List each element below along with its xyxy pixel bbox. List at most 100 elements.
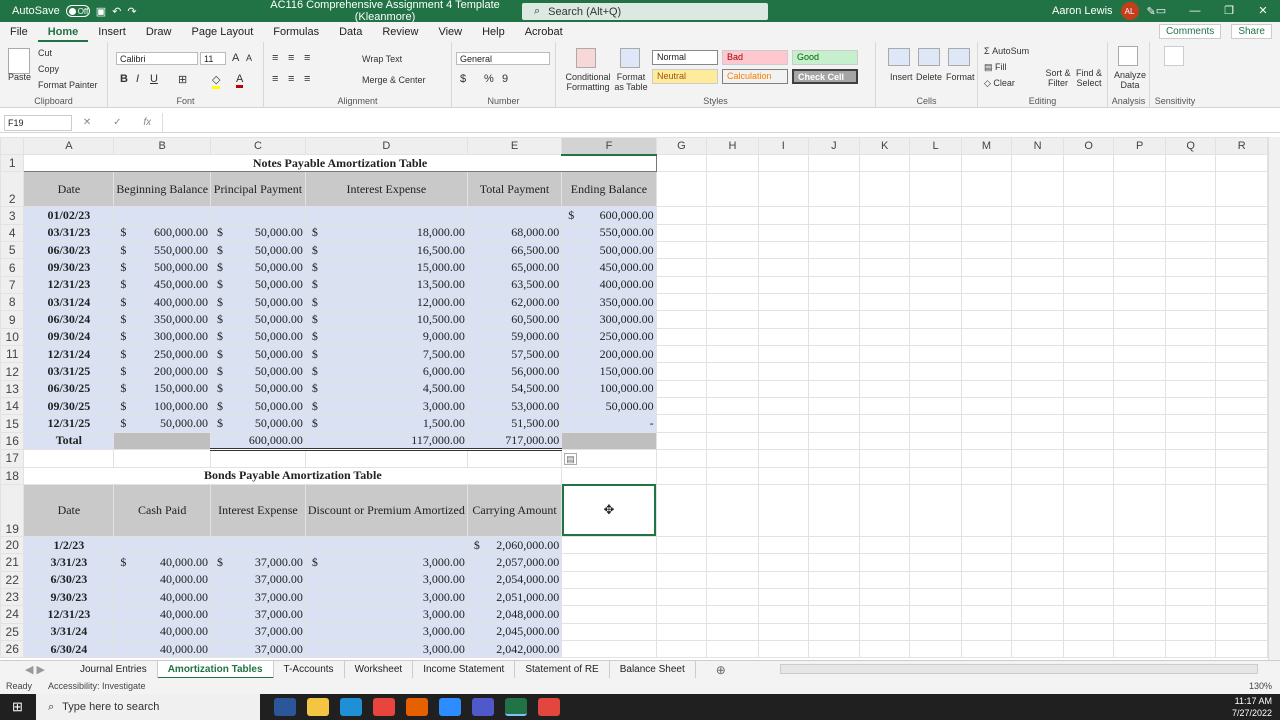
cell[interactable] (1113, 293, 1166, 312)
currency-cell[interactable]: $550,000.00 (113, 241, 212, 260)
cell[interactable] (960, 587, 1013, 607)
cell[interactable] (1011, 570, 1064, 589)
cell[interactable] (858, 293, 911, 312)
cell[interactable] (858, 171, 911, 208)
cell[interactable] (807, 379, 860, 399)
cell[interactable] (706, 379, 759, 399)
cell[interactable] (960, 206, 1013, 225)
cell[interactable] (655, 345, 708, 364)
cell[interactable] (1215, 466, 1268, 485)
cell[interactable] (1215, 223, 1268, 243)
cell[interactable] (655, 171, 708, 208)
column-header[interactable]: J (807, 137, 860, 155)
row-header[interactable]: 10 (0, 327, 25, 347)
row-header[interactable]: 17 (0, 449, 25, 468)
currency-cell[interactable]: $15,000.00 (304, 258, 468, 277)
cell[interactable] (1215, 362, 1268, 381)
row-header[interactable]: 1 (0, 153, 25, 173)
column-header[interactable]: Q (1164, 137, 1217, 155)
cell[interactable] (655, 570, 708, 589)
cell[interactable] (909, 241, 962, 260)
currency-cell[interactable]: 40,000.00 (113, 622, 212, 641)
cell[interactable] (1062, 293, 1115, 312)
cell[interactable] (960, 605, 1013, 624)
currency-cell[interactable]: $50,000.00 (210, 293, 306, 312)
tab-view[interactable]: View (428, 22, 472, 42)
cell[interactable] (23, 449, 115, 468)
cell[interactable] (655, 327, 708, 347)
cell[interactable] (1215, 153, 1268, 173)
cell[interactable] (807, 275, 860, 295)
currency-cell[interactable]: $300,000.00 (113, 327, 212, 347)
style-calculation[interactable]: Calculation (722, 69, 788, 84)
cell[interactable] (1164, 327, 1217, 347)
cell[interactable] (960, 639, 1013, 659)
currency-cell[interactable] (304, 535, 468, 555)
currency-cell[interactable]: $12,000.00 (304, 293, 468, 312)
cell[interactable] (807, 639, 860, 659)
tab-formulas[interactable]: Formulas (263, 22, 329, 42)
cell[interactable] (655, 605, 708, 624)
cell[interactable] (1215, 639, 1268, 659)
cell[interactable] (1011, 241, 1064, 260)
cell[interactable] (1011, 535, 1064, 555)
currency-cell[interactable]: $10,500.00 (304, 310, 468, 329)
cell[interactable] (706, 362, 759, 381)
date-cell[interactable]: 9/30/23 (23, 587, 115, 607)
tab-review[interactable]: Review (372, 22, 428, 42)
cell[interactable] (1215, 293, 1268, 312)
share-button[interactable]: Share (1231, 24, 1272, 39)
currency-cell[interactable]: 350,000.00 (561, 293, 657, 312)
comma-icon[interactable]: 9 (502, 73, 508, 85)
cell[interactable] (909, 258, 962, 277)
cell[interactable] (1164, 345, 1217, 364)
cell[interactable] (1062, 466, 1115, 485)
cell[interactable] (960, 466, 1013, 485)
cell[interactable] (561, 639, 657, 659)
currency-cell[interactable]: 56,000.00 (466, 362, 563, 381)
cell[interactable] (757, 449, 809, 468)
cell[interactable] (1113, 345, 1166, 364)
cell[interactable] (1113, 449, 1166, 468)
currency-cell[interactable]: $3,000.00 (304, 553, 468, 572)
cell[interactable] (960, 327, 1013, 347)
cell[interactable] (706, 258, 759, 277)
sheet-tab-t-accounts[interactable]: T-Accounts (274, 660, 345, 679)
cell[interactable] (960, 431, 1013, 451)
borders-icon[interactable]: ⊞ (178, 73, 187, 86)
cell[interactable] (807, 241, 860, 260)
cell[interactable] (1164, 622, 1217, 641)
sheet-tab-journal-entries[interactable]: Journal Entries (70, 660, 158, 679)
cell[interactable] (1164, 223, 1217, 243)
cell[interactable] (909, 379, 962, 399)
taskbar-clock[interactable]: 11:17 AM 7/27/2022 (1232, 695, 1272, 719)
cell[interactable] (858, 206, 911, 225)
cell[interactable] (655, 639, 708, 659)
cell[interactable] (706, 275, 759, 295)
cell[interactable] (909, 587, 962, 607)
ie-icon[interactable] (274, 698, 296, 716)
cell[interactable] (807, 345, 860, 364)
currency-cell[interactable]: 450,000.00 (561, 258, 657, 277)
column-header[interactable]: R (1215, 137, 1268, 155)
notes-column-header[interactable]: Interest Expense (304, 171, 468, 208)
currency-cell[interactable]: 63,500.00 (466, 275, 563, 295)
cell[interactable] (960, 293, 1013, 312)
cell[interactable] (1215, 587, 1268, 607)
notes-table-title[interactable]: Notes Payable Amortization Table (23, 153, 657, 173)
cell[interactable] (858, 345, 911, 364)
cell[interactable] (1011, 553, 1064, 572)
cell[interactable] (807, 223, 860, 243)
currency-cell[interactable]: $16,500.00 (304, 241, 468, 260)
cell[interactable] (706, 535, 759, 555)
copy-button[interactable]: Copy (38, 64, 59, 74)
cell[interactable] (1062, 622, 1115, 641)
column-header[interactable]: E (466, 137, 563, 155)
cell[interactable] (909, 431, 962, 451)
bonds-column-header[interactable]: Discount or Premium Amortized (304, 483, 468, 537)
cell[interactable] (1062, 345, 1115, 364)
cell[interactable] (909, 362, 962, 381)
cell[interactable] (807, 587, 860, 607)
row-header[interactable]: 21 (0, 553, 25, 572)
cell[interactable] (561, 570, 657, 589)
